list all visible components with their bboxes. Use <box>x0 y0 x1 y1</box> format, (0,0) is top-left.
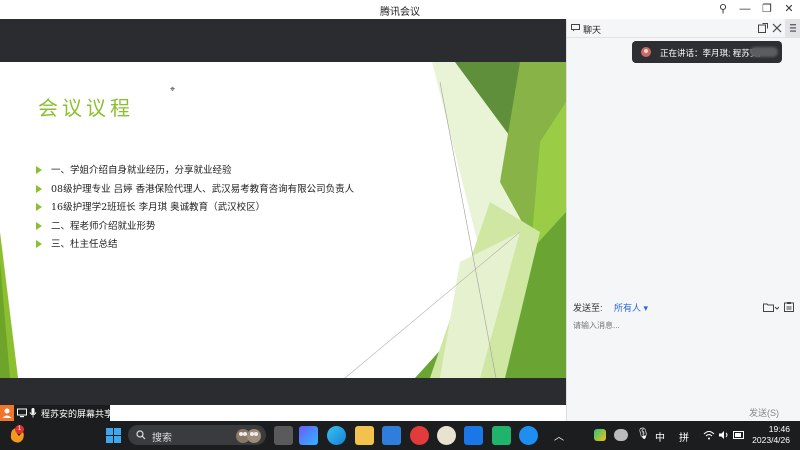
chevron-up-icon[interactable]: ︿ <box>554 428 564 443</box>
pinned-app-icon[interactable] <box>437 426 456 445</box>
wifi-icon[interactable] <box>703 430 715 440</box>
window-titlebar: 腾讯会议 ⚲ — ❐ ✕ <box>0 0 800 20</box>
wecom-icon[interactable] <box>519 426 538 445</box>
task-view-icon[interactable] <box>274 426 293 445</box>
windows-start-icon[interactable] <box>106 428 121 443</box>
chat-header: 聊天 <box>567 19 800 38</box>
agenda-list: 一、学姐介绍自身就业经历，分享就业经验 08级护理专业 吕婷 香港保险代理人、武… <box>36 162 354 255</box>
clipboard-icon[interactable] <box>784 302 794 312</box>
chat-panel: 聊天 正在讲话：李月琪; 程苏安; 发送至: 所有人 ▾ 发送(S) <box>566 19 800 421</box>
slide-title: 会议议程 <box>38 96 134 120</box>
close-window-button[interactable]: ✕ <box>778 0 800 19</box>
send-to-label: 发送至: <box>573 303 603 313</box>
edge-browser-icon[interactable] <box>327 426 346 445</box>
bullet-arrow-icon <box>36 240 42 248</box>
blurred-name <box>750 47 778 57</box>
popout-icon[interactable] <box>758 23 768 33</box>
agenda-item: 三、杜主任总结 <box>36 236 354 255</box>
send-target-select[interactable]: 所有人 ▾ <box>614 303 648 313</box>
wechat-icon[interactable] <box>614 429 628 441</box>
tencent-meeting-icon[interactable] <box>464 426 483 445</box>
taskbar: 1 搜索 ︿ 🎙 中 拼 19:46 2023/4/26 <box>0 421 800 450</box>
ime-mode[interactable]: 拼 <box>679 429 689 444</box>
panel-menu-icon[interactable] <box>785 19 800 37</box>
speaking-label: 正在讲话：李月琪; 程苏安; <box>660 48 761 58</box>
mail-icon[interactable] <box>382 426 401 445</box>
screen-share-indicator[interactable]: 程苏安的屏幕共享 <box>0 405 114 421</box>
ime-language[interactable]: 中 <box>655 429 665 444</box>
user-icon[interactable] <box>0 405 14 421</box>
battery-icon[interactable] <box>733 431 745 439</box>
notification-badge: 1 <box>15 425 24 434</box>
screen-share-label: 程苏安的屏幕共享 <box>41 409 114 419</box>
pin-icon[interactable]: ⚲ <box>712 0 734 19</box>
speaking-indicator: 正在讲话：李月琪; 程苏安; <box>632 41 782 63</box>
chat-icon <box>571 24 580 32</box>
search-icon <box>136 430 146 440</box>
system-clock[interactable]: 19:46 2023/4/26 <box>752 424 790 446</box>
microphone-tray-icon[interactable]: 🎙 <box>636 427 650 440</box>
owls-illustration-icon <box>236 429 261 443</box>
minimize-button[interactable]: — <box>734 0 756 19</box>
agenda-item: 16级护理学2班班长 李月琪 奥诚教育（武汉校区） <box>36 199 354 218</box>
shared-slide: ⌖ 会议议程 一、学姐介绍自身就业经历，分享就业经验 08级护理专业 吕婷 香港… <box>0 62 566 378</box>
speaker-avatar-icon <box>641 47 651 57</box>
window-title: 腾讯会议 <box>380 7 420 18</box>
bullet-arrow-icon <box>36 203 42 211</box>
message-input[interactable] <box>573 317 793 333</box>
send-to-row: 发送至: 所有人 ▾ <box>573 301 648 314</box>
close-icon[interactable] <box>772 23 782 33</box>
screen-share-icon[interactable] <box>17 408 27 418</box>
mouse-cursor-icon: ⌖ <box>170 84 176 94</box>
bullet-arrow-icon <box>36 221 42 230</box>
folder-icon[interactable] <box>763 302 779 312</box>
agenda-item: 一、学姐介绍自身就业经历，分享就业经验 <box>36 162 354 181</box>
agenda-item: 二、程老师介绍就业形势 <box>36 218 354 237</box>
meeting-view: ⌖ 会议议程 一、学姐介绍自身就业经历，分享就业经验 08级护理专业 吕婷 香港… <box>0 19 566 405</box>
copilot-icon[interactable] <box>299 426 318 445</box>
clock-date: 2023/4/26 <box>752 435 790 445</box>
file-explorer-icon[interactable] <box>355 426 374 445</box>
bullet-arrow-icon <box>36 166 42 174</box>
clock-time: 19:46 <box>768 424 790 434</box>
iqiyi-icon[interactable] <box>492 426 511 445</box>
volume-icon[interactable] <box>718 430 730 440</box>
netease-music-icon[interactable] <box>410 426 429 445</box>
chat-title: 聊天 <box>583 25 602 35</box>
taskbar-search[interactable]: 搜索 <box>128 425 266 445</box>
notification-app-icon[interactable]: 1 <box>8 425 26 445</box>
tray-app-icon[interactable] <box>594 429 606 441</box>
bullet-arrow-icon <box>36 184 42 193</box>
microphone-icon[interactable] <box>29 408 37 418</box>
send-button[interactable]: 发送(S) <box>749 406 779 419</box>
agenda-item: 08级护理专业 吕婷 香港保险代理人、武汉易考教育咨询有限公司负责人 <box>36 181 354 200</box>
restore-button[interactable]: ❐ <box>756 0 778 19</box>
search-label: 搜索 <box>152 433 172 444</box>
